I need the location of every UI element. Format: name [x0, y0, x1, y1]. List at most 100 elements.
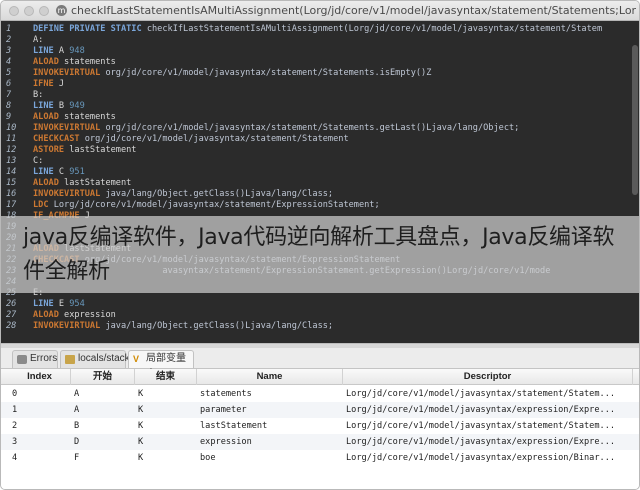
table-row[interactable]: 1 A Kparameter Lorg/jd/core/v1/model/javasy…: [1, 402, 639, 418]
code-line: 1 DEFINE PRIVATE STATIC checkIfLastStatem…: [1, 24, 639, 35]
line-number: 14: [6, 167, 17, 177]
table-row[interactable]: 0 A Kstatements Lorg/jd/core/v1/model/javas…: [1, 386, 639, 402]
title-bar: m checkIfLastStatementIsAMultiAssignment…: [1, 1, 639, 21]
line-number: 27: [6, 310, 17, 320]
code-line: 4 ALOAD statements: [1, 57, 639, 68]
line-number: 3: [6, 46, 12, 56]
table-cell: 4: [12, 453, 18, 463]
code-line: 10 INVOKEVIRTUAL org/jd/core/v1/model/jav…: [1, 123, 639, 134]
table-cell: D: [74, 437, 80, 447]
column-header-name[interactable]: Name: [197, 369, 343, 385]
code-text: INVOKEVIRTUAL org/jd/core/v1/model/javas…: [33, 123, 519, 134]
code-token: expression: [58, 310, 116, 320]
code-token: ALOAD: [33, 57, 59, 67]
code-token: lastStatement: [64, 145, 137, 155]
code-token: ASTORE: [33, 145, 65, 155]
local-variable-table: Index 开始 结束 Name Descriptor 0 A Kstatement…: [1, 369, 639, 489]
code-token: statements: [58, 112, 116, 122]
table-cell: 3: [12, 437, 18, 447]
code-token: B: [53, 101, 70, 111]
line-number: 4: [6, 57, 12, 67]
tab-locals-stack-label: locals/stack: [78, 353, 130, 364]
code-text: LINE A 948: [33, 46, 85, 57]
code-text: INVOKEVIRTUAL java/lang/Object.getClass(…: [33, 189, 333, 200]
code-line: 14 LINE C 951: [1, 167, 639, 178]
table-cell: Lorg/jd/core/v1/model/javasyntax/stateme…: [346, 421, 616, 431]
table-cell: F: [74, 453, 80, 463]
code-token: CHECKCAST: [33, 134, 80, 144]
code-token: LINE: [33, 167, 54, 177]
code-line: 3 LINE A 948: [1, 46, 639, 57]
code-line: 27 ALOAD expression: [1, 310, 639, 321]
line-number: 13: [6, 156, 17, 166]
code-token: LDC: [33, 200, 49, 210]
code-text: B:: [33, 90, 43, 101]
line-number: 15: [6, 178, 17, 188]
line-number: 28: [6, 321, 17, 331]
table-row[interactable]: 2 B KlastStatement Lorg/jd/core/v1/model/ja…: [1, 418, 639, 434]
code-text: INVOKEVIRTUAL org/jd/core/v1/model/javas…: [33, 68, 431, 79]
code-text: DEFINE PRIVATE STATIC checkIfLastStateme…: [33, 24, 602, 35]
code-line: 17 LDC Lorg/jd/core/v1/model/javasyntax/s…: [1, 200, 639, 211]
code-token: LINE: [33, 101, 54, 111]
line-number: 12: [6, 145, 17, 155]
code-token: 954: [69, 299, 85, 309]
table-cell: K: [138, 405, 144, 415]
table-cell: expression: [200, 437, 252, 447]
table-header: Index 开始 结束 Name Descriptor: [1, 369, 639, 385]
table-cell: K: [138, 421, 144, 431]
tab-local-variable-table[interactable]: V 局部变量表: [128, 350, 194, 380]
line-number: 1: [6, 24, 12, 34]
code-token: INVOKEVIRTUAL: [33, 68, 101, 78]
minimize-window-button[interactable]: [24, 6, 34, 16]
code-token: DEFINE PRIVATE STATIC: [33, 24, 142, 34]
code-text: LINE C 951: [33, 167, 85, 178]
line-number: 26: [6, 299, 17, 309]
code-line: 16 INVOKEVIRTUAL java/lang/Object.getClas…: [1, 189, 639, 200]
line-number: 11: [6, 134, 17, 144]
line-number: 10: [6, 123, 17, 133]
code-line: 15 ALOAD lastStatement: [1, 178, 639, 189]
code-token: C: [53, 167, 70, 177]
table-cell: 2: [12, 421, 18, 431]
code-text: CHECKCAST org/jd/core/v1/model/javasynta…: [33, 134, 349, 145]
code-token: INVOKEVIRTUAL: [33, 321, 101, 331]
bytecode-editor[interactable]: 1 DEFINE PRIVATE STATIC checkIfLastStatem…: [1, 21, 639, 343]
bottom-tab-bar: Errors locals/stack V 局部变量表: [1, 348, 639, 380]
code-token: ALOAD: [33, 310, 59, 320]
code-line: 9 ALOAD statements: [1, 112, 639, 123]
column-header-end[interactable]: 结束: [135, 369, 197, 385]
table-cell: lastStatement: [200, 421, 268, 431]
column-header-descriptor[interactable]: Descriptor: [343, 369, 633, 385]
method-icon: m: [56, 5, 67, 16]
code-text: IFNE J: [33, 79, 64, 90]
table-cell: Lorg/jd/core/v1/model/javasyntax/express…: [346, 405, 616, 415]
zoom-window-button[interactable]: [39, 6, 49, 16]
code-text: LINE B 949: [33, 101, 85, 112]
line-number: 17: [6, 200, 17, 210]
code-token: lastStatement: [58, 178, 132, 188]
variables-icon: V: [133, 354, 140, 364]
table-cell: 1: [12, 405, 18, 415]
code-token: ALOAD: [33, 112, 59, 122]
tab-locals-stack[interactable]: locals/stack: [60, 350, 130, 368]
table-cell: Lorg/jd/core/v1/model/javasyntax/express…: [346, 453, 616, 463]
column-header-index[interactable]: Index: [9, 369, 71, 385]
tab-errors[interactable]: Errors: [12, 350, 58, 368]
table-row[interactable]: 4 F Kboe Lorg/jd/core/v1/model/javasyntax/e…: [1, 450, 639, 466]
code-token: statements: [58, 57, 116, 67]
table-row[interactable]: 3 D Kexpression Lorg/jd/core/v1/model/javas…: [1, 434, 639, 450]
code-token: java/lang/Object.getClass()Ljava/lang/Cl…: [100, 189, 334, 199]
line-number: 2: [6, 35, 12, 45]
code-token: checkIfLastStatementIsAMultiAssignment(L…: [141, 24, 603, 34]
code-token: A:: [33, 35, 44, 45]
code-text: INVOKEVIRTUAL java/lang/Object.getClass(…: [33, 321, 333, 332]
code-token: org/jd/core/v1/model/javasyntax/statemen…: [79, 134, 349, 144]
table-cell: B: [74, 421, 80, 431]
column-header-start[interactable]: 开始: [71, 369, 135, 385]
code-line: 26 LINE E 954: [1, 299, 639, 310]
errors-icon: [17, 355, 27, 364]
code-token: INVOKEVIRTUAL: [33, 123, 101, 133]
code-line: 2 A:: [1, 35, 639, 46]
close-window-button[interactable]: [9, 6, 19, 16]
